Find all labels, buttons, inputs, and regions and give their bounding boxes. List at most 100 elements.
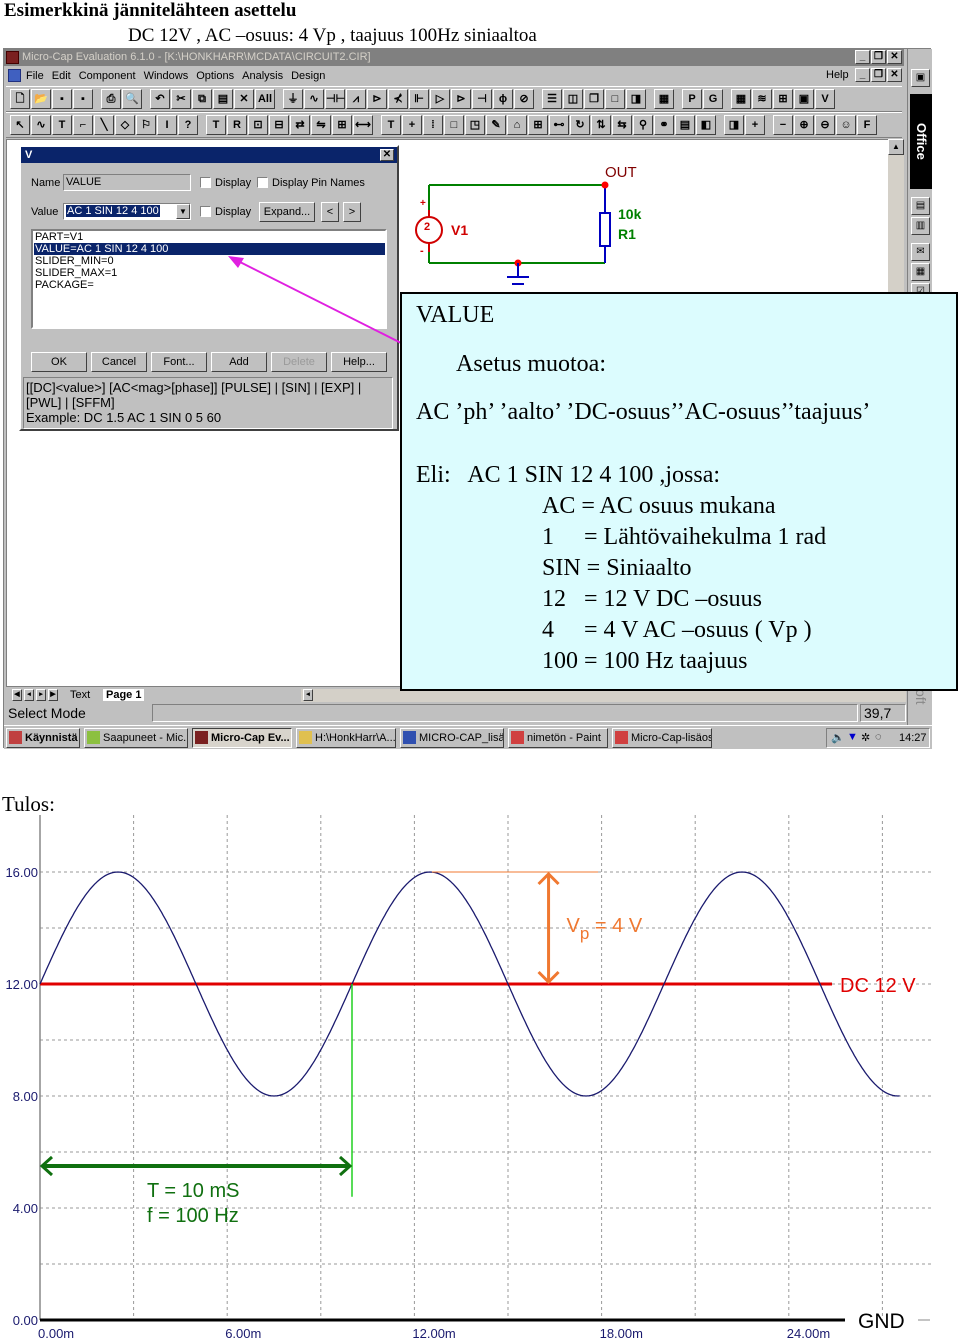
select-all-icon[interactable]: All: [255, 89, 275, 109]
F-icon[interactable]: F: [857, 115, 877, 135]
last-page-button[interactable]: ▶: [48, 689, 58, 701]
window-titlebar[interactable]: Micro-Cap Evaluation 6.1.0 - [K:\HONKHAR…: [4, 49, 904, 66]
mouse-icon[interactable]: ◌: [875, 731, 882, 743]
font-button[interactable]: Font...: [151, 352, 207, 372]
ok-button[interactable]: OK: [31, 352, 87, 372]
binoculars-icon[interactable]: ⚭: [654, 115, 674, 135]
calculator-icon[interactable]: ▦: [654, 89, 674, 109]
chevron-down-icon[interactable]: ▼: [176, 204, 190, 219]
node-icon[interactable]: ⊟: [269, 115, 289, 135]
dialog-close-button[interactable]: ✕: [380, 149, 394, 161]
flip-icon[interactable]: ⇅: [591, 115, 611, 135]
next-page-button[interactable]: ▸: [36, 689, 46, 701]
scroll-left-button[interactable]: ◂: [303, 689, 313, 701]
resistor-icon[interactable]: ⩘: [346, 89, 366, 109]
rotate-cw-icon[interactable]: ↻: [570, 115, 590, 135]
current-source-icon[interactable]: ⊘: [514, 89, 534, 109]
menu-options[interactable]: Options: [196, 70, 234, 82]
value-field-text[interactable]: AC 1 SIN 12 4 100: [66, 205, 160, 217]
prev-button[interactable]: <: [321, 202, 339, 222]
shapes-icon[interactable]: ◇: [115, 115, 135, 135]
next-button[interactable]: >: [343, 202, 361, 222]
paste-icon[interactable]: ▤: [213, 89, 233, 109]
cascade-icon[interactable]: ❐: [584, 89, 604, 109]
split-horizontal-icon[interactable]: ☰: [542, 89, 562, 109]
grid-dots-icon[interactable]: ⁞: [423, 115, 443, 135]
new-file-icon[interactable]: 🗋: [10, 89, 30, 109]
taskbar-item[interactable]: Saapuneet - Mic...: [84, 728, 188, 748]
bus-icon[interactable]: ⟷: [353, 115, 373, 135]
document-icon[interactable]: [8, 69, 21, 82]
doc-close-button[interactable]: ✕: [887, 68, 902, 82]
P-icon[interactable]: P: [682, 89, 702, 109]
expand-icon[interactable]: ⊞: [528, 115, 548, 135]
grid-icon[interactable]: ▦: [731, 89, 751, 109]
taskbar-item[interactable]: Micro-Cap-lisäos...: [612, 728, 712, 748]
paint-icon[interactable]: ✎: [486, 115, 506, 135]
menu-windows[interactable]: Windows: [144, 70, 189, 82]
restore-button[interactable]: ❐: [871, 50, 886, 64]
resistor-value-label[interactable]: 10k: [618, 206, 641, 222]
save-icon[interactable]: ▪: [52, 89, 72, 109]
help-query-icon[interactable]: ?: [178, 115, 198, 135]
first-page-button[interactable]: ◀: [12, 689, 22, 701]
rotate-icon[interactable]: ⇄: [290, 115, 310, 135]
crosshair-icon[interactable]: +: [402, 115, 422, 135]
attribute-list[interactable]: PART=V1 VALUE=AC 1 SIN 12 4 100 SLIDER_M…: [31, 229, 387, 329]
print-preview-icon[interactable]: 🔍: [122, 89, 142, 109]
office-open-doc-icon[interactable]: ▥: [911, 217, 930, 235]
open-folder-icon[interactable]: 📂: [31, 89, 51, 109]
add-page-icon[interactable]: +: [745, 115, 765, 135]
display-icon[interactable]: ▤: [675, 115, 695, 135]
delete-icon[interactable]: ✕: [234, 89, 254, 109]
taskbar-item[interactable]: MICRO-CAP_lisä...: [400, 728, 504, 748]
opamp-icon[interactable]: ▷: [430, 89, 450, 109]
pin-connect-icon[interactable]: ⊞: [332, 115, 352, 135]
copy-front-icon[interactable]: ◧: [696, 115, 716, 135]
tab-text[interactable]: Text: [70, 689, 90, 701]
house-icon[interactable]: ⌂: [507, 115, 527, 135]
capacitor-icon[interactable]: ⊣⊢: [325, 89, 345, 109]
office-folder-icon[interactable]: ▣: [911, 69, 930, 87]
remove-page-icon[interactable]: −: [773, 115, 793, 135]
image-icon[interactable]: ▣: [794, 89, 814, 109]
ortho-wire-icon[interactable]: ⌐: [73, 115, 93, 135]
component-icon[interactable]: ⊞: [773, 89, 793, 109]
flag-icon[interactable]: ⚐: [136, 115, 156, 135]
swap-icon[interactable]: ⇆: [612, 115, 632, 135]
menu-design[interactable]: Design: [291, 70, 325, 82]
display-pin-names-checkbox[interactable]: [257, 177, 268, 188]
voltage-source-icon[interactable]: ϕ: [493, 89, 513, 109]
waveform-icon[interactable]: ≋: [752, 89, 772, 109]
speaker-icon[interactable]: 🔈: [831, 731, 845, 744]
tray-app-icon[interactable]: ✲: [861, 731, 870, 744]
G-icon[interactable]: G: [703, 89, 723, 109]
text-mode-icon[interactable]: T: [206, 115, 226, 135]
transistor-icon[interactable]: ⊀: [388, 89, 408, 109]
wire-icon[interactable]: ∿: [304, 89, 324, 109]
scroll-up-button[interactable]: ▲: [888, 139, 904, 155]
taskbar-item-active[interactable]: Micro-Cap Ev...: [192, 728, 292, 748]
connect-icon[interactable]: ⊷: [549, 115, 569, 135]
cut-icon[interactable]: ✂: [171, 89, 191, 109]
print-icon[interactable]: ⎙: [101, 89, 121, 109]
prev-page-button[interactable]: ◂: [24, 689, 34, 701]
diode-icon[interactable]: ⊳: [367, 89, 387, 109]
display-value-checkbox[interactable]: [200, 206, 211, 217]
zoom-in-icon[interactable]: ⊕: [794, 115, 814, 135]
tab-page-1[interactable]: Page 1: [103, 689, 145, 701]
taskbar-item[interactable]: H:\HonkHarr\A...: [296, 728, 396, 748]
text-icon[interactable]: T: [52, 115, 72, 135]
menu-file[interactable]: File: [26, 70, 44, 82]
mirror-icon[interactable]: ⇋: [311, 115, 331, 135]
maximize-icon[interactable]: □: [605, 89, 625, 109]
wire-icon[interactable]: ∿: [31, 115, 51, 135]
copy-back-icon[interactable]: ◨: [724, 115, 744, 135]
info-icon[interactable]: I: [157, 115, 177, 135]
zoom-out-icon[interactable]: ⊖: [815, 115, 835, 135]
delete-button[interactable]: Delete: [271, 352, 327, 372]
doc-minimize-button[interactable]: _: [855, 68, 870, 82]
tile-icon[interactable]: ◨: [626, 89, 646, 109]
office-calendar-icon[interactable]: ▦: [911, 263, 930, 281]
source-name-label[interactable]: V1: [451, 222, 468, 238]
